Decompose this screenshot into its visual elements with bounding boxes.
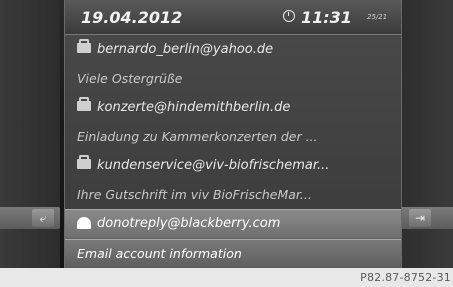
closed-envelope-icon (77, 96, 91, 111)
selected-message-sender-row[interactable]: donotreply@blackberry.com (65, 209, 401, 239)
date-display: 19.04.2012 (81, 8, 183, 27)
right-side-panel: ⇥ (393, 0, 453, 268)
selected-message-subject-row[interactable]: Email account information (65, 239, 401, 269)
status-header: 19.04.2012 11:31 25/21 (65, 0, 401, 35)
subject-text: Ihre Gutschrift im viv BioFrischeMar... (77, 187, 312, 202)
subject-text: Einladung zu Kammerkonzerten der ... (77, 129, 318, 144)
time-display: 11:31 (301, 8, 352, 27)
display-screen: ⤶ ⇥ 19.04.2012 11:31 25/21 bernardo_berl… (0, 0, 453, 269)
open-envelope-icon (77, 216, 91, 229)
figure-footer: P82.87-8752-31 (0, 268, 453, 287)
forward-button[interactable]: ⇥ (409, 209, 431, 227)
message-subject-row[interactable]: Viele Ostergrüße (65, 64, 401, 93)
sender-address: donotreply@blackberry.com (97, 216, 281, 231)
left-side-bar: ⤶ (0, 207, 60, 229)
left-side-panel: ⤶ (0, 0, 60, 268)
closed-envelope-icon (77, 38, 91, 53)
figure-reference: P82.87-8752-31 (360, 271, 451, 284)
inbox-panel: 19.04.2012 11:31 25/21 bernardo_berlin@y… (64, 0, 402, 269)
message-subject-row[interactable]: Ihre Gutschrift im viv BioFrischeMar... (65, 180, 401, 209)
right-side-bar: ⇥ (393, 207, 453, 229)
subject-text: Email account information (77, 246, 242, 261)
message-sender-row[interactable]: bernardo_berlin@yahoo.de (65, 35, 401, 64)
message-subject-row[interactable]: Einladung zu Kammerkonzerten der ... (65, 122, 401, 151)
clock-icon (283, 10, 295, 22)
back-button[interactable]: ⤶ (32, 209, 54, 227)
sender-address: kundenservice@viv-biofrischemar... (97, 158, 330, 173)
closed-envelope-icon (77, 154, 91, 169)
message-list: bernardo_berlin@yahoo.de Viele Ostergrüß… (65, 35, 401, 269)
message-sender-row[interactable]: kundenservice@viv-biofrischemar... (65, 151, 401, 180)
message-counter: 25/21 (367, 13, 388, 21)
message-sender-row[interactable]: konzerte@hindemithberlin.de (65, 93, 401, 122)
sender-address: bernardo_berlin@yahoo.de (97, 42, 274, 57)
subject-text: Viele Ostergrüße (77, 71, 183, 86)
sender-address: konzerte@hindemithberlin.de (97, 100, 291, 115)
